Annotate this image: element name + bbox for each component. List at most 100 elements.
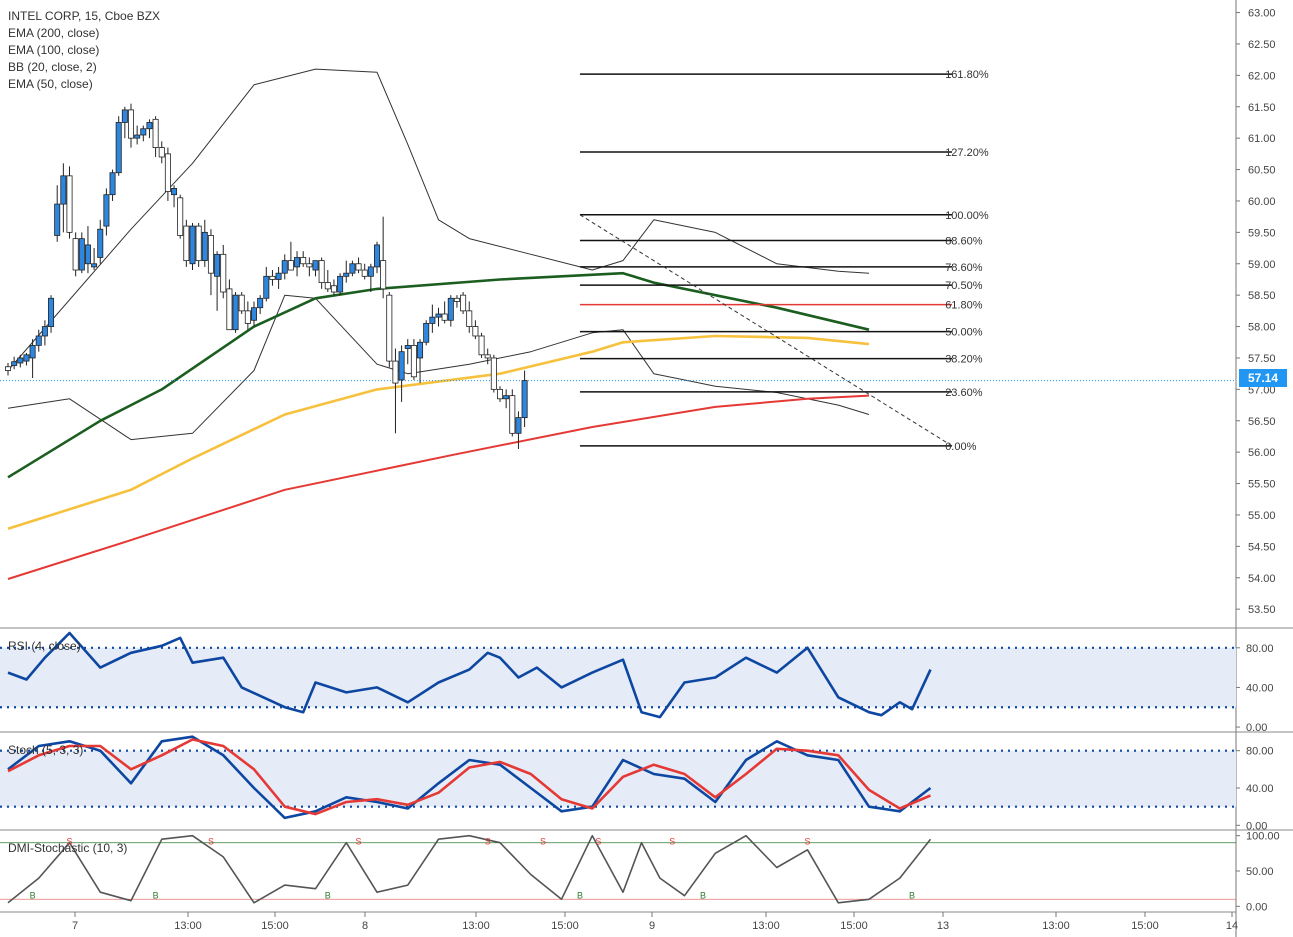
candle-body[interactable]: [496, 388, 503, 400]
candle-body[interactable]: [373, 244, 380, 268]
candle-body[interactable]: [146, 122, 153, 130]
candle-body[interactable]: [23, 354, 30, 362]
candle-body[interactable]: [48, 297, 55, 327]
candle-body[interactable]: [232, 294, 239, 331]
candle-body[interactable]: [177, 197, 184, 236]
legend-ema50[interactable]: EMA (50, close): [8, 76, 160, 93]
candle-body[interactable]: [115, 122, 122, 174]
candle-body[interactable]: [41, 326, 48, 337]
candle-body[interactable]: [281, 260, 288, 274]
candle-body[interactable]: [226, 288, 233, 331]
sell-signal: S: [805, 837, 811, 847]
candle-body[interactable]: [330, 285, 337, 293]
price-tick-label: 58.00: [1248, 322, 1276, 334]
stoch-panel-label[interactable]: Stoch (5, 3, 3): [8, 743, 83, 757]
candle-body[interactable]: [91, 263, 98, 268]
candle-body[interactable]: [386, 294, 393, 362]
candle-body[interactable]: [294, 257, 301, 268]
rsi-panel-label[interactable]: RSI (4, close): [8, 639, 81, 653]
candle-body[interactable]: [17, 357, 24, 364]
candle-body[interactable]: [207, 235, 214, 274]
candle-body[interactable]: [60, 175, 67, 205]
candle-body[interactable]: [515, 417, 522, 434]
candle-body[interactable]: [103, 194, 110, 227]
candle-body[interactable]: [171, 187, 178, 196]
candle-body[interactable]: [435, 313, 442, 318]
candle-body[interactable]: [355, 263, 362, 271]
candle-body[interactable]: [72, 238, 79, 271]
candle-body[interactable]: [318, 260, 325, 283]
candle-body[interactable]: [127, 109, 134, 139]
buy-signal: B: [909, 890, 915, 900]
candle-body[interactable]: [29, 344, 36, 359]
candle-body[interactable]: [244, 310, 251, 324]
candle-body[interactable]: [429, 316, 436, 324]
candle-body[interactable]: [466, 310, 473, 327]
candle-body[interactable]: [484, 354, 491, 359]
candle-body[interactable]: [250, 307, 257, 321]
candle-body[interactable]: [404, 344, 411, 349]
candle-body[interactable]: [140, 128, 147, 136]
candle-body[interactable]: [447, 297, 454, 321]
candle-body[interactable]: [269, 275, 276, 280]
candle-body[interactable]: [441, 313, 448, 321]
candle-body[interactable]: [189, 225, 196, 265]
chart-canvas[interactable]: 63.00 62.50 62.00 61.50 61.00 60.50 60.00 59.50…: [0, 0, 1293, 937]
candle-body[interactable]: [257, 297, 264, 309]
candle-body[interactable]: [460, 294, 467, 312]
candle-body[interactable]: [324, 282, 331, 290]
candle-body[interactable]: [11, 361, 18, 366]
candle-body[interactable]: [5, 366, 11, 371]
fib-level-label: 0.00%: [945, 441, 976, 453]
candle-body[interactable]: [423, 323, 430, 343]
candle-body[interactable]: [306, 263, 313, 268]
candle-body[interactable]: [490, 357, 497, 390]
candle-body[interactable]: [201, 231, 208, 262]
candle-body[interactable]: [109, 172, 116, 196]
candle-body[interactable]: [367, 266, 374, 277]
dmi-tick-label: 100.00: [1246, 831, 1280, 843]
candle-body[interactable]: [164, 153, 171, 192]
candle-body[interactable]: [503, 395, 510, 400]
candle-body[interactable]: [337, 275, 344, 293]
candle-body[interactable]: [183, 225, 190, 262]
candle-body[interactable]: [410, 344, 417, 378]
legend-ema100[interactable]: EMA (100, close): [8, 42, 160, 59]
candle-body[interactable]: [97, 228, 104, 258]
candle-body[interactable]: [121, 109, 128, 123]
candle-body[interactable]: [220, 253, 227, 293]
candle-body[interactable]: [263, 275, 270, 299]
candle-body[interactable]: [361, 269, 368, 277]
candle-body[interactable]: [392, 360, 399, 384]
candle-body[interactable]: [54, 203, 61, 236]
candle-body[interactable]: [84, 244, 91, 265]
candle-body[interactable]: [509, 395, 516, 434]
candle-body[interactable]: [398, 351, 405, 381]
candle-body[interactable]: [238, 294, 245, 312]
candle-body[interactable]: [78, 238, 85, 271]
legend-bb[interactable]: BB (20, close, 2): [8, 59, 160, 76]
candle-body[interactable]: [134, 134, 141, 139]
stoch-band-fill: [0, 750, 1236, 807]
candle-body[interactable]: [152, 118, 159, 148]
candle-body[interactable]: [35, 335, 42, 346]
candle-body[interactable]: [417, 341, 424, 359]
candle-body[interactable]: [312, 260, 319, 271]
candle-body[interactable]: [275, 272, 282, 280]
candle-body[interactable]: [472, 326, 479, 337]
candle-body[interactable]: [300, 257, 307, 265]
candle-body[interactable]: [158, 147, 165, 158]
candle-body[interactable]: [66, 175, 73, 233]
candle-body[interactable]: [195, 225, 202, 262]
dmi-panel-label[interactable]: DMI-Stochastic (10, 3): [8, 841, 127, 855]
candle-body[interactable]: [214, 253, 221, 277]
candle-body[interactable]: [521, 380, 528, 419]
candle-body[interactable]: [287, 260, 294, 271]
legend-ema200[interactable]: EMA (200, close): [8, 25, 160, 42]
candle-body[interactable]: [478, 335, 485, 356]
candle-body[interactable]: [343, 272, 350, 277]
dmi-tick-label: 0.00: [1246, 901, 1267, 913]
candle-body[interactable]: [349, 263, 356, 274]
candle-body[interactable]: [453, 297, 460, 302]
candle-body[interactable]: [380, 260, 387, 290]
